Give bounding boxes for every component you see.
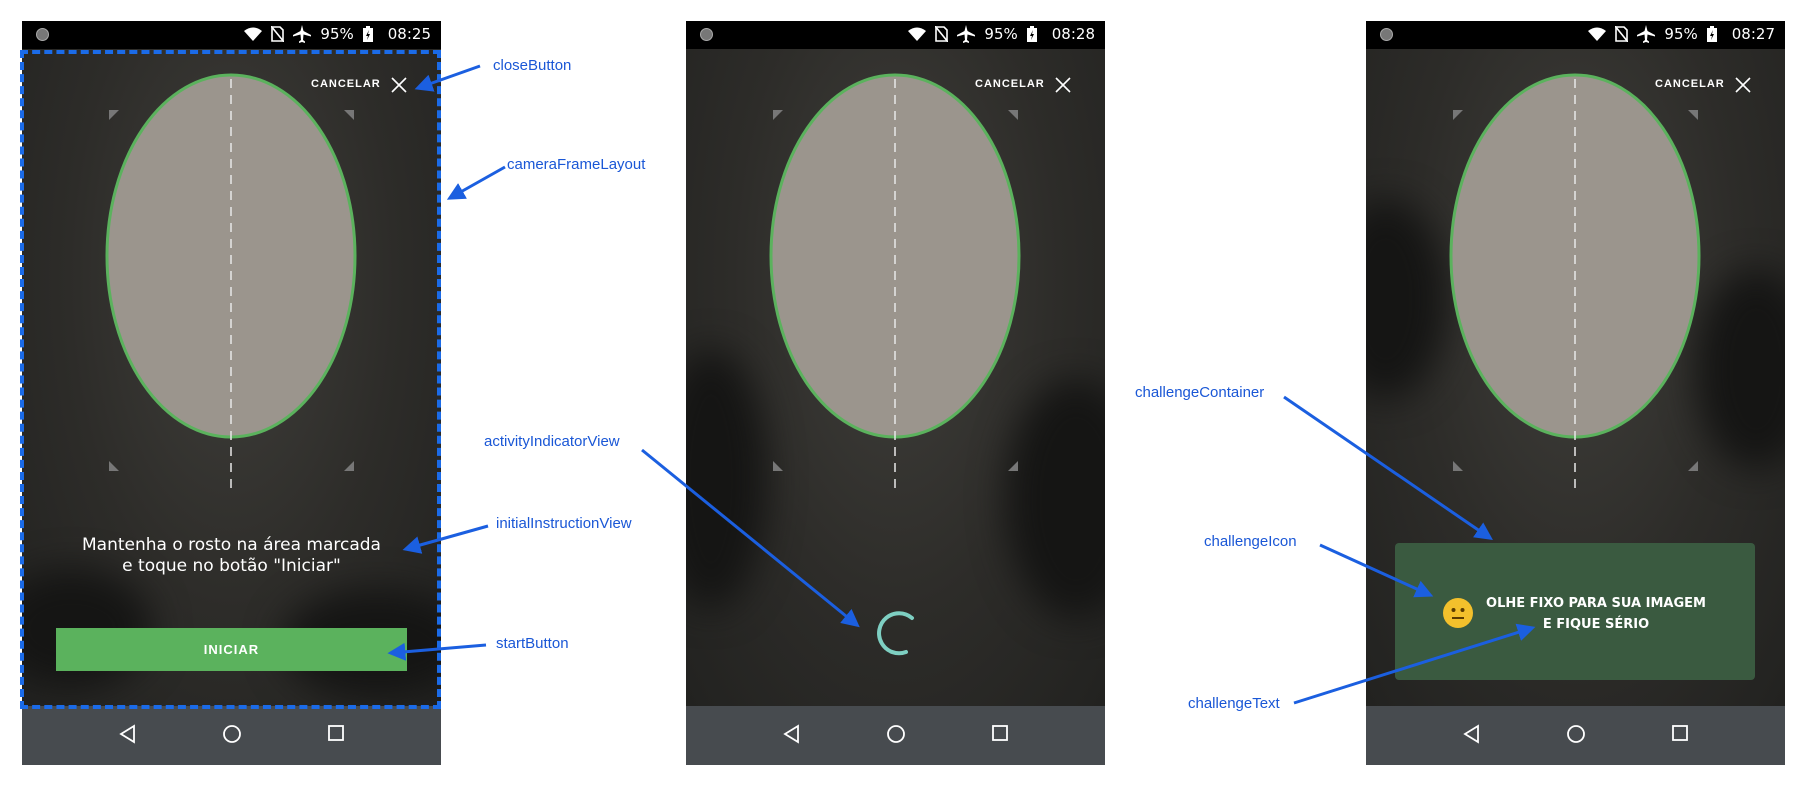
arrow-camera-frame-layout <box>446 165 506 200</box>
arrow-activity-indicator-view <box>641 448 860 628</box>
annotation-arrows <box>387 64 1536 705</box>
arrow-challenge-text <box>1293 623 1536 705</box>
arrow-challenge-icon <box>1319 543 1434 598</box>
arrow-start-button <box>387 642 487 661</box>
arrow-initial-instruction-view <box>402 524 489 554</box>
arrow-close-button <box>414 64 481 92</box>
arrow-challenge-container <box>1283 395 1493 541</box>
